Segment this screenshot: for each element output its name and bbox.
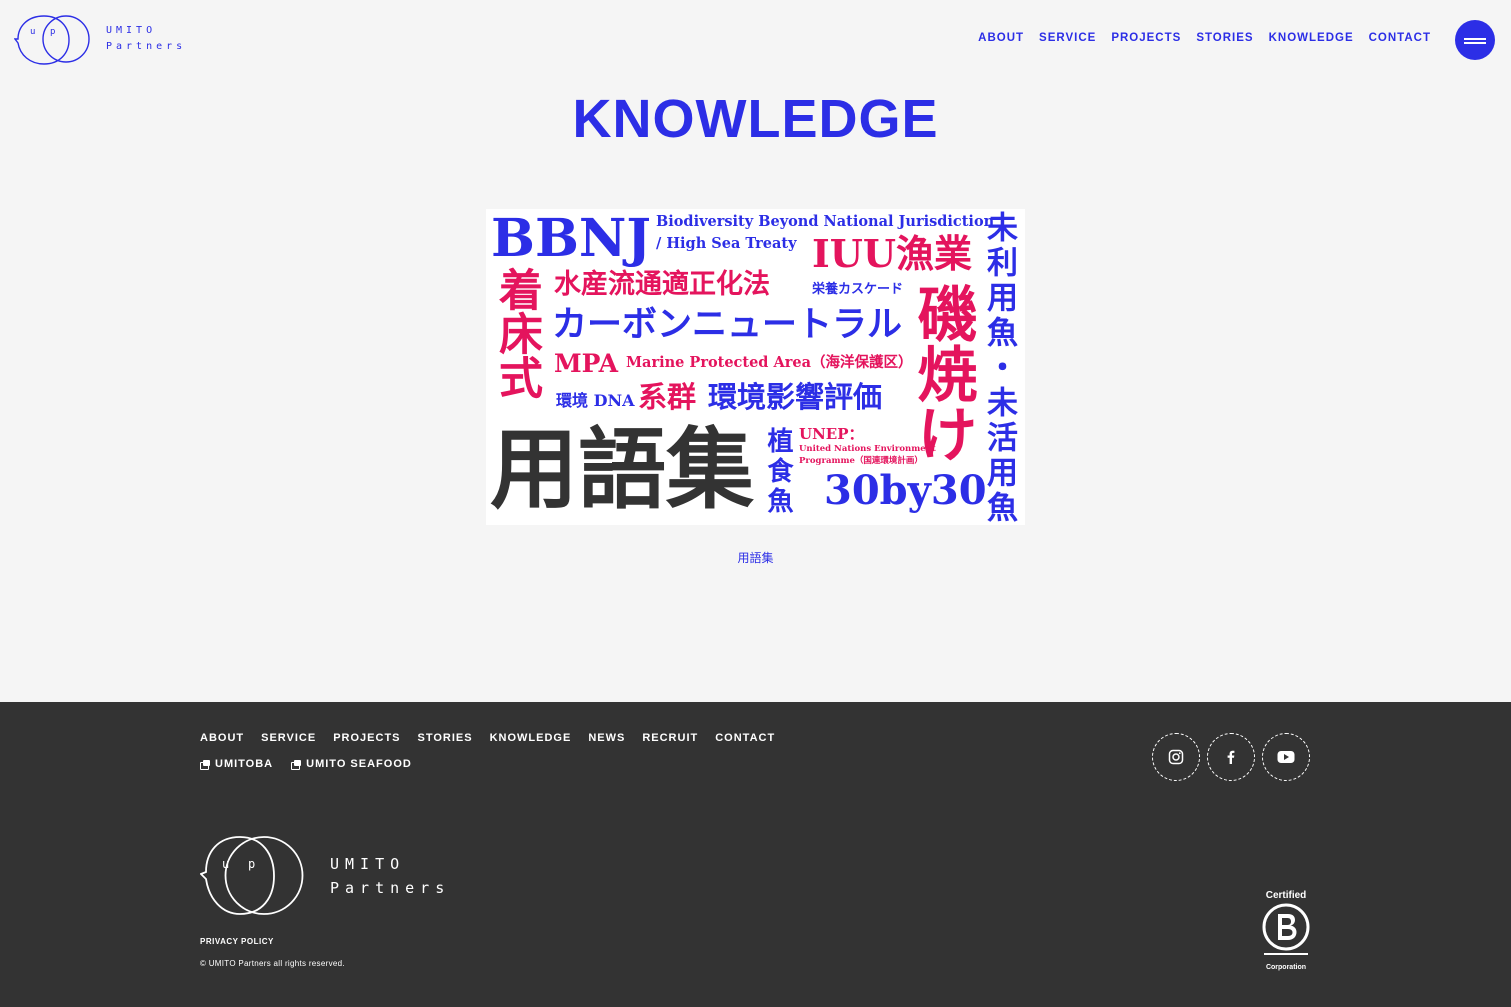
footer-nav-knowledge[interactable]: KNOWLEDGE (490, 732, 572, 744)
img-text-30by30: 30by30 (824, 467, 987, 514)
footer-logo[interactable]: u p UMITO Partners (200, 836, 450, 916)
instagram-icon (1168, 749, 1184, 765)
external-link-icon (200, 759, 211, 770)
svg-text:u: u (222, 857, 229, 871)
img-text-carbon: カーボンニュートラル (552, 304, 903, 345)
nav-contact[interactable]: CONTACT (1369, 32, 1431, 44)
bcorp-logo-icon (1262, 903, 1310, 955)
img-text-unep: UNEP： (799, 425, 864, 443)
footer-nav-service[interactable]: SERVICE (261, 732, 316, 744)
footer-nav-news[interactable]: NEWS (588, 732, 625, 744)
footer-link-umito-seafood[interactable]: UMITO SEAFOOD (291, 758, 412, 770)
logo-wordmark: UMITO Partners (106, 23, 186, 55)
facebook-icon (1227, 750, 1235, 764)
social-links (1152, 733, 1310, 781)
img-text-bbnj-en1: Biodiversity Beyond National Jurisdictio… (656, 213, 995, 230)
external-link-icon (291, 759, 302, 770)
hamburger-icon (1464, 38, 1486, 40)
umito-logo-icon: u p (14, 15, 90, 65)
footer-nav-contact[interactable]: CONTACT (715, 732, 775, 744)
main-nav: ABOUT SERVICE PROJECTS STORIES KNOWLEDGE… (978, 32, 1431, 44)
instagram-button[interactable] (1152, 733, 1200, 781)
nav-stories[interactable]: STORIES (1196, 32, 1253, 44)
img-text-bbnj-en2: / High Sea Treaty (656, 235, 797, 252)
footer-nav: ABOUT SERVICE PROJECTS STORIES KNOWLEDGE… (200, 732, 775, 744)
nav-projects[interactable]: PROJECTS (1111, 32, 1181, 44)
img-text-keigun: 系群 (638, 380, 697, 414)
bcorp-corporation: Corporation (1265, 964, 1307, 971)
img-text-mpa-en: Marine Protected Area（海洋保護区） (626, 354, 913, 371)
menu-button[interactable] (1455, 20, 1495, 60)
footer-link-umitoba-label: UMITOBA (215, 758, 274, 770)
site-header: u p UMITO Partners ABOUT SERVICE PROJECT… (0, 0, 1511, 80)
img-text-shokushoku: 植食魚 (763, 427, 793, 517)
youtube-icon (1277, 751, 1295, 763)
logo-line1: UMITO (106, 25, 157, 36)
img-text-isoyake: 磯焼け (907, 283, 977, 463)
img-text-kankyo: 環境影響評価 (708, 380, 883, 414)
img-text-bbnj: BBNJ (491, 209, 652, 269)
footer-logo-wordmark: UMITO Partners (330, 852, 450, 900)
glossary-card-caption[interactable]: 用語集 (0, 549, 1511, 566)
footer-logo-line1: UMITO (330, 855, 406, 873)
site-footer: ABOUT SERVICE PROJECTS STORIES KNOWLEDGE… (0, 702, 1511, 1007)
footer-nav-projects[interactable]: PROJECTS (333, 732, 400, 744)
glossary-card-image[interactable]: BBNJ Biodiversity Beyond National Jurisd… (486, 209, 1025, 525)
copyright: © UMITO Partners all rights reserved. (200, 959, 345, 968)
img-text-chakusho: 着床式 (491, 267, 542, 399)
img-text-eiyo: 栄養カスケード (812, 282, 904, 297)
svg-text:u: u (30, 27, 35, 37)
facebook-button[interactable] (1207, 733, 1255, 781)
bcorp-certified: Certified (1265, 890, 1307, 901)
nav-service[interactable]: SERVICE (1039, 32, 1096, 44)
img-text-unep-en2: Programme（国連環境計画） (799, 456, 923, 466)
site-logo[interactable]: u p UMITO Partners (14, 10, 186, 68)
img-text-unep-en1: United Nations Environment (799, 444, 936, 454)
page-title: KNOWLEDGE (572, 89, 939, 149)
bcorp-badge: Certified Corporation (1260, 890, 1312, 972)
svg-text:p: p (248, 857, 255, 871)
privacy-policy-link[interactable]: PRIVACY POLICY (200, 937, 274, 946)
img-text-edna: 環境 DNA (556, 391, 635, 410)
svg-text:p: p (50, 27, 55, 37)
youtube-button[interactable] (1262, 733, 1310, 781)
umito-logo-icon: u p (200, 836, 304, 915)
nav-about[interactable]: ABOUT (978, 32, 1024, 44)
footer-link-umitoba[interactable]: UMITOBA (200, 758, 273, 770)
hamburger-icon-line (1464, 42, 1486, 44)
footer-nav-stories[interactable]: STORIES (418, 732, 473, 744)
footer-external-links: UMITOBA UMITO SEAFOOD (200, 758, 412, 770)
img-text-suisan: 水産流通適正化法 (554, 269, 770, 300)
logo-line2: Partners (106, 41, 187, 52)
img-text-yougo: 用語集 (490, 417, 755, 521)
img-text-iuu: IUU漁業 (812, 231, 973, 276)
footer-nav-about[interactable]: ABOUT (200, 732, 244, 744)
footer-link-umito-seafood-label: UMITO SEAFOOD (306, 758, 412, 770)
img-text-mpa: MPA (554, 349, 619, 378)
footer-logo-line2: Partners (330, 879, 451, 897)
footer-nav-recruit[interactable]: RECRUIT (642, 732, 698, 744)
nav-knowledge[interactable]: KNOWLEDGE (1269, 32, 1354, 44)
img-text-miriyo: 未利用魚・未活用魚 (981, 211, 1017, 525)
